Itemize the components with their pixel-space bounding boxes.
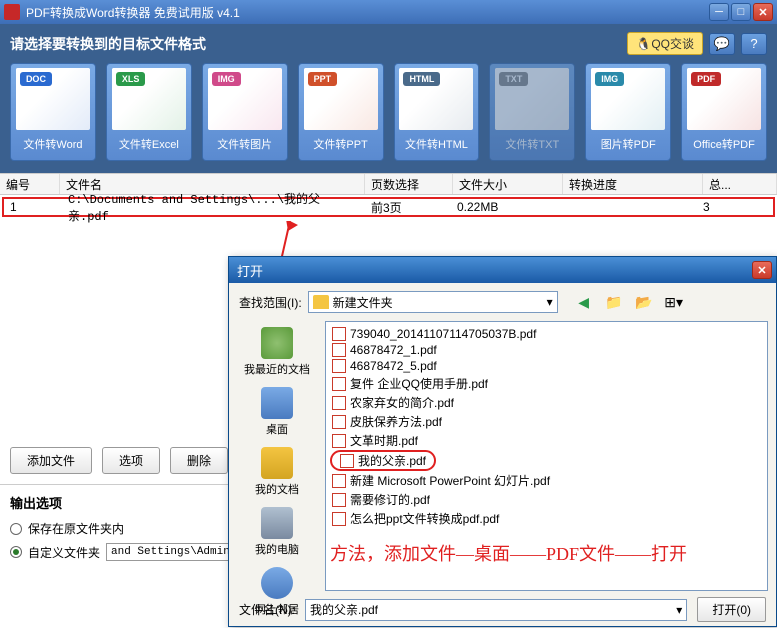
header-page: 页数选择 — [365, 174, 453, 194]
file-item[interactable]: 皮肤保养方法.pdf — [330, 412, 763, 431]
lookin-value: 新建文件夹 — [333, 294, 393, 311]
back-icon[interactable]: ◀ — [574, 292, 594, 312]
cell-page: 前3页 — [365, 199, 451, 216]
pdf-icon — [332, 359, 346, 373]
close-button[interactable]: ✕ — [753, 3, 773, 21]
open-file-dialog: 打开 ✕ 查找范围(I): 新建文件夹 ▾ ◀ 📁 📂 ⊞▾ 我最近的文档 桌面… — [228, 256, 777, 627]
radio-custom-folder[interactable] — [10, 546, 22, 558]
header-num: 编号 — [0, 174, 60, 194]
help-icon[interactable]: ? — [741, 33, 767, 55]
dialog-title: 打开 — [237, 261, 263, 280]
file-item[interactable]: 739040_20141107114705037B.pdf — [330, 326, 763, 342]
qq-chat-button[interactable]: 🐧QQ交谈 — [627, 32, 703, 55]
sidebar-computer[interactable]: 我的电脑 — [255, 507, 299, 557]
minimize-button[interactable]: ─ — [709, 3, 729, 21]
window-titlebar: PDF转换成Word转换器 免费试用版 v4.1 ─ □ ✕ — [0, 0, 777, 24]
file-item[interactable]: 46878472_5.pdf — [330, 358, 763, 374]
dialog-close-button[interactable]: ✕ — [752, 261, 772, 279]
pdf-icon — [332, 327, 346, 341]
sidebar-desktop[interactable]: 桌面 — [261, 387, 293, 437]
chat-icon[interactable]: 💬 — [709, 33, 735, 55]
convert-tile-xls[interactable]: XLS文件转Excel — [106, 63, 192, 161]
window-title: PDF转换成Word转换器 免费试用版 v4.1 — [26, 4, 709, 21]
table-row[interactable]: 1 C:\Documents and Settings\...\我的父亲.pdf… — [2, 197, 775, 217]
app-icon — [4, 4, 20, 20]
header-progress: 转换进度 — [563, 174, 703, 194]
file-item[interactable]: 新建 Microsoft PowerPoint 幻灯片.pdf — [330, 471, 763, 490]
maximize-button[interactable]: □ — [731, 3, 751, 21]
header-size: 文件大小 — [453, 174, 563, 194]
label-original-folder: 保存在原文件夹内 — [28, 520, 124, 537]
toolbar-prompt: 请选择要转换到的目标文件格式 — [10, 34, 206, 54]
convert-tile-img[interactable]: IMG文件转图片 — [202, 63, 288, 161]
convert-tile-pdf[interactable]: PDFOffice转PDF — [681, 63, 767, 161]
dialog-titlebar: 打开 ✕ — [229, 257, 776, 283]
toolbar: 请选择要转换到的目标文件格式 🐧QQ交谈 💬 ? DOC文件转WordXLS文件… — [0, 24, 777, 173]
convert-tile-ppt[interactable]: PPT文件转PPT — [298, 63, 384, 161]
cell-size: 0.22MB — [451, 200, 559, 214]
file-item[interactable]: 我的父亲.pdf — [330, 450, 436, 471]
pdf-icon — [332, 512, 346, 526]
folder-icon — [313, 295, 329, 309]
convert-tile-img[interactable]: IMG图片转PDF — [585, 63, 671, 161]
file-item[interactable]: 农家弃女的简介.pdf — [330, 393, 763, 412]
cell-num: 1 — [4, 200, 62, 214]
convert-tile-txt[interactable]: TXT文件转TXT — [489, 63, 575, 161]
pdf-icon — [332, 434, 346, 448]
filename-input[interactable]: 我的父亲.pdf▾ — [305, 599, 687, 621]
file-item[interactable]: 需要修订的.pdf — [330, 490, 763, 509]
pdf-icon — [332, 343, 346, 357]
pdf-icon — [332, 377, 346, 391]
add-file-button[interactable]: 添加文件 — [10, 447, 92, 474]
cell-total: 3 — [697, 200, 773, 214]
label-custom-folder: 自定义文件夹 — [28, 544, 100, 561]
pdf-icon — [332, 396, 346, 410]
file-item[interactable]: 文革时期.pdf — [330, 431, 763, 450]
convert-tile-doc[interactable]: DOC文件转Word — [10, 63, 96, 161]
pdf-icon — [340, 454, 354, 468]
pdf-icon — [332, 474, 346, 488]
lookin-combo[interactable]: 新建文件夹 ▾ — [308, 291, 558, 313]
radio-original-folder[interactable] — [10, 523, 22, 535]
view-icon[interactable]: ⊞▾ — [664, 292, 684, 312]
pdf-icon — [332, 415, 346, 429]
file-item[interactable]: 怎么把ppt文件转换成pdf.pdf — [330, 509, 763, 528]
file-item[interactable]: 复件 企业QQ使用手册.pdf — [330, 374, 763, 393]
annotation-text: 方法，添加文件—桌面——PDF文件——打开 — [330, 540, 763, 566]
file-list: 739040_20141107114705037B.pdf46878472_1.… — [325, 321, 768, 591]
dialog-sidebar: 我最近的文档 桌面 我的文档 我的电脑 网上邻居 — [229, 321, 325, 591]
convert-tile-html[interactable]: HTML文件转HTML — [394, 63, 480, 161]
sidebar-recent[interactable]: 我最近的文档 — [244, 327, 310, 377]
new-folder-icon[interactable]: 📂 — [634, 292, 654, 312]
delete-button[interactable]: 删除 — [170, 447, 228, 474]
pdf-icon — [332, 493, 346, 507]
lookin-label: 查找范围(I): — [239, 294, 302, 311]
filename-label: 文件名(N): — [239, 601, 295, 618]
sidebar-docs[interactable]: 我的文档 — [255, 447, 299, 497]
cell-name: C:\Documents and Settings\...\我的父亲.pdf — [62, 190, 365, 224]
up-icon[interactable]: 📁 — [604, 292, 624, 312]
header-total: 总... — [703, 174, 777, 194]
options-button[interactable]: 选项 — [102, 447, 160, 474]
file-item[interactable]: 46878472_1.pdf — [330, 342, 763, 358]
open-button[interactable]: 打开(0) — [697, 597, 766, 622]
